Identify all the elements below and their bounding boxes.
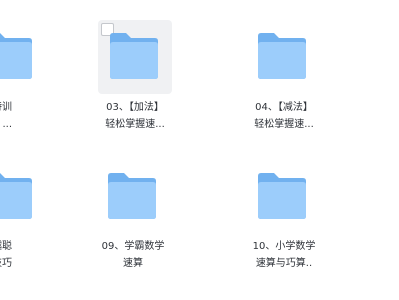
folder-name-line2: 速算与巧算.. (255, 258, 313, 269)
file-grid: 特训 6 ... 03、【加法】 轻松掌握速... 04、【减法】 轻松掌握速.… (0, 0, 399, 300)
folder-item[interactable]: 04、【减法】 轻松掌握速... (221, 0, 361, 130)
folder-name-line2: 6 ... (0, 119, 12, 130)
folder-name-line1: 04、【减法】 (255, 102, 313, 113)
folder-item[interactable]: 10、小学数学 速算与巧算.. (221, 160, 361, 290)
folder-name-line1: 09、学霸数学 (101, 241, 165, 252)
folder-icon (0, 30, 34, 80)
folder-name-line1: 越聪 (0, 241, 12, 252)
folder-icon (256, 170, 308, 220)
folder-name-line1: 10、小学数学 (252, 241, 316, 252)
folder-name-line1: 03、【加法】 (106, 102, 164, 113)
folder-icon (106, 170, 158, 220)
folder-name-line2: 轻松掌握速... (105, 119, 165, 130)
folder-item[interactable]: 特训 6 ... (0, 20, 78, 150)
folder-item[interactable]: 越聪 技巧 (0, 160, 78, 290)
folder-icon (256, 30, 308, 80)
folder-item[interactable]: 03、【加法】 轻松掌握速... (71, 0, 211, 130)
folder-icon (0, 170, 34, 220)
folder-name-line2: 技巧 (0, 258, 12, 269)
folder-name-line1: 特训 (0, 102, 12, 113)
folder-icon (108, 30, 160, 80)
folder-item[interactable]: 09、学霸数学 速算 (71, 160, 211, 290)
folder-name-line2: 速算 (123, 258, 143, 269)
folder-name-line2: 轻松掌握速... (254, 119, 314, 130)
